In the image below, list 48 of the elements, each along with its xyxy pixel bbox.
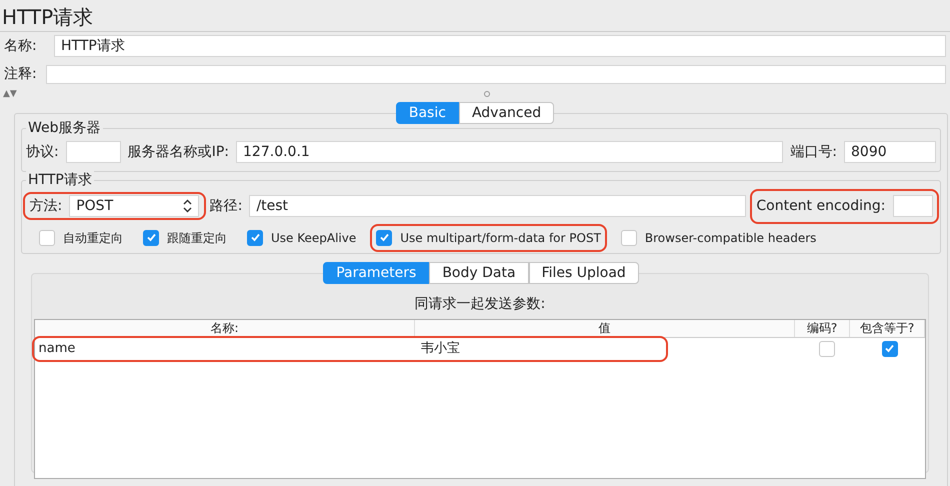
field-label: Content encoding: [756, 196, 886, 216]
text-field[interactable] [66, 141, 121, 163]
text-field[interactable]: /test [249, 195, 746, 217]
checkbox-label: Browser-compatible headers [644, 230, 816, 246]
tab[interactable]: Advanced [458, 102, 554, 124]
checkbox[interactable] [818, 340, 834, 356]
method-select[interactable]: POST [69, 195, 200, 217]
checkbox[interactable] [39, 230, 55, 246]
checkbox-label: Use KeepAlive [271, 230, 356, 246]
checkbox[interactable] [143, 230, 159, 246]
field-label: 端口号: [790, 142, 837, 162]
table-cell-text: name [38, 340, 76, 358]
collapse-arrows[interactable]: ▲▼ [3, 88, 17, 100]
table-cell-text: 韦小宝 [421, 340, 460, 358]
checkbox[interactable] [620, 230, 637, 246]
checkbox-label: 自动重定向 [63, 230, 123, 246]
tab[interactable]: Body Data [429, 262, 529, 284]
table-caption: 同请求一起发送参数: [414, 294, 546, 314]
column-header: 值 [415, 320, 795, 336]
field-label: 名称: [4, 36, 38, 56]
updown-icon [183, 199, 192, 213]
checkbox-label: Use multipart/form-data for POST [400, 230, 601, 246]
text-field[interactable] [892, 195, 932, 217]
group-legend: HTTP请求 [26, 171, 94, 189]
panel-title: HTTP请求 [0, 0, 950, 32]
check-icon [378, 232, 390, 243]
column-header: 名称: [35, 320, 415, 336]
checkbox[interactable] [376, 230, 392, 246]
tab[interactable]: Files Upload [528, 262, 639, 284]
field-label: 协议: [26, 142, 59, 162]
checkbox-label: 跟随重定向 [167, 230, 227, 246]
check-icon [250, 232, 260, 243]
group-legend: Web服务器 [26, 119, 103, 137]
column-header: 编码? [795, 320, 850, 336]
splitter-handle-icon[interactable] [484, 91, 490, 97]
field-label: 路径: [210, 196, 242, 216]
checkbox[interactable] [247, 230, 263, 246]
text-field[interactable] [46, 64, 946, 84]
check-icon [884, 343, 895, 354]
column-header: 包含等于? [850, 320, 925, 336]
field-label: 服务器名称或IP: [128, 142, 230, 162]
text-field[interactable]: 8090 [844, 141, 936, 163]
field-label: 注释: [4, 64, 38, 84]
text-field[interactable]: HTTP请求 [54, 35, 946, 57]
field-label: 方法: [30, 196, 62, 216]
checkbox[interactable] [882, 340, 898, 356]
text-field[interactable]: 127.0.0.1 [236, 141, 784, 163]
check-icon [146, 232, 156, 243]
